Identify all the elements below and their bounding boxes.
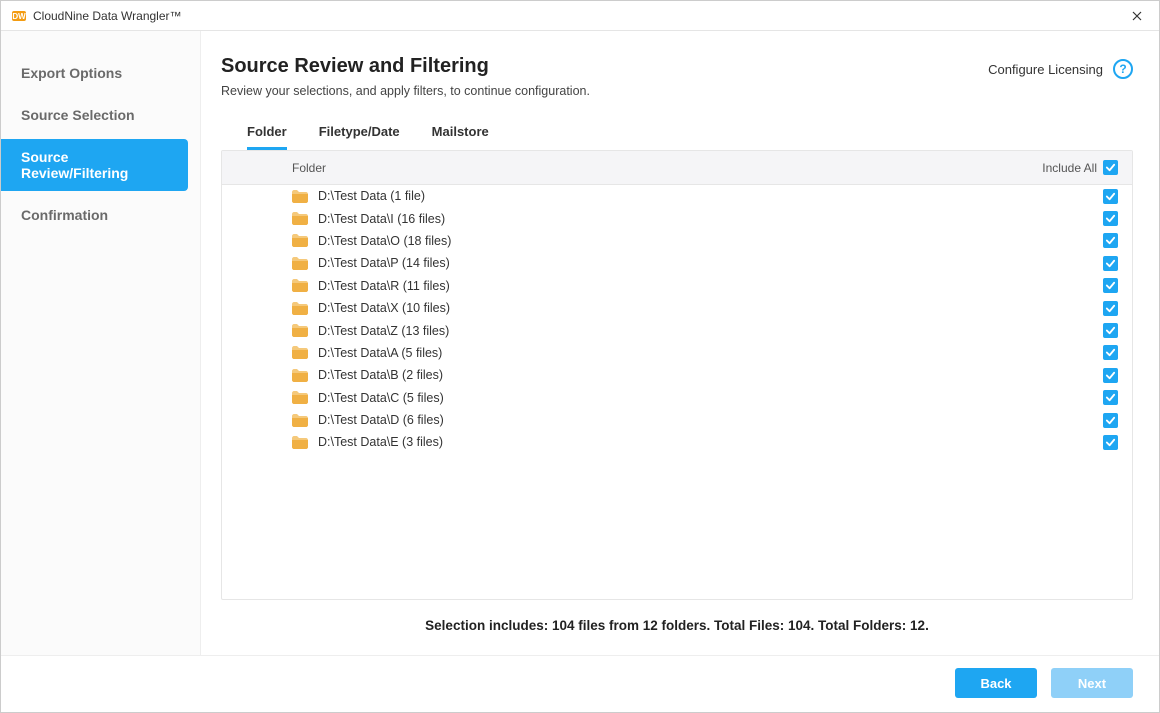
folder-icon (292, 279, 308, 292)
folder-path-label: D:\Test Data\A (5 files) (318, 346, 1103, 360)
close-icon[interactable] (1125, 4, 1149, 28)
titlebar-title: CloudNine Data Wrangler™ (33, 9, 182, 23)
sidebar: Export Options Source Selection Source Rev… (1, 31, 201, 655)
sidebar-item-source-selection[interactable]: Source Selection (1, 97, 200, 133)
footer-buttons: Back Next (1, 655, 1159, 712)
include-checkbox[interactable] (1103, 301, 1118, 316)
table-row: D:\Test Data\A (5 files) (222, 342, 1132, 364)
table-row: D:\Test Data\B (2 files) (222, 364, 1132, 386)
column-header-include-all: Include All (1042, 161, 1097, 175)
folder-icon (292, 212, 308, 225)
folder-icon (292, 324, 308, 337)
folder-icon (292, 369, 308, 382)
next-button[interactable]: Next (1051, 668, 1133, 698)
table-row: D:\Test Data (1 file) (222, 185, 1132, 207)
include-checkbox[interactable] (1103, 278, 1118, 293)
folder-table: Folder Include All D:\Test Data (1 file)… (221, 150, 1133, 600)
folder-path-label: D:\Test Data\E (3 files) (318, 435, 1103, 449)
column-header-folder: Folder (292, 161, 1042, 175)
folder-path-label: D:\Test Data\Z (13 files) (318, 324, 1103, 338)
include-checkbox[interactable] (1103, 211, 1118, 226)
folder-path-label: D:\Test Data\B (2 files) (318, 368, 1103, 382)
include-all-checkbox[interactable] (1103, 160, 1118, 175)
help-icon[interactable]: ? (1113, 59, 1133, 79)
folder-path-label: D:\Test Data\P (14 files) (318, 256, 1103, 270)
table-row: D:\Test Data\O (18 files) (222, 230, 1132, 252)
folder-icon (292, 302, 308, 315)
folder-path-label: D:\Test Data\C (5 files) (318, 391, 1103, 405)
app-logo-icon: DW (11, 8, 27, 24)
tab-folder[interactable]: Folder (247, 124, 287, 150)
table-row: D:\Test Data\X (10 files) (222, 297, 1132, 319)
folder-path-label: D:\Test Data (1 file) (318, 189, 1103, 203)
include-checkbox[interactable] (1103, 435, 1118, 450)
include-checkbox[interactable] (1103, 345, 1118, 360)
folder-path-label: D:\Test Data\I (16 files) (318, 212, 1103, 226)
include-checkbox[interactable] (1103, 413, 1118, 428)
include-checkbox[interactable] (1103, 256, 1118, 271)
table-row: D:\Test Data\I (16 files) (222, 207, 1132, 229)
include-checkbox[interactable] (1103, 368, 1118, 383)
table-row: D:\Test Data\P (14 files) (222, 252, 1132, 274)
include-checkbox[interactable] (1103, 323, 1118, 338)
sidebar-item-confirmation[interactable]: Confirmation (1, 197, 200, 233)
folder-icon (292, 190, 308, 203)
folder-icon (292, 414, 308, 427)
folder-path-label: D:\Test Data\D (6 files) (318, 413, 1103, 427)
table-row: D:\Test Data\D (6 files) (222, 409, 1132, 431)
table-row: D:\Test Data\Z (13 files) (222, 319, 1132, 341)
table-row: D:\Test Data\C (5 files) (222, 387, 1132, 409)
folder-icon (292, 257, 308, 270)
sidebar-item-source-review-filtering[interactable]: Source Review/Filtering (1, 139, 188, 191)
folder-path-label: D:\Test Data\O (18 files) (318, 234, 1103, 248)
folder-icon (292, 346, 308, 359)
table-row: D:\Test Data\E (3 files) (222, 431, 1132, 453)
titlebar: DW CloudNine Data Wrangler™ (1, 1, 1159, 31)
folder-icon (292, 391, 308, 404)
svg-text:DW: DW (12, 12, 26, 21)
configure-licensing-link[interactable]: Configure Licensing (988, 62, 1103, 77)
back-button[interactable]: Back (955, 668, 1037, 698)
sidebar-item-export-options[interactable]: Export Options (1, 55, 200, 91)
tab-filetype-date[interactable]: Filetype/Date (319, 124, 400, 150)
tabs: Folder Filetype/Date Mailstore (221, 124, 1133, 150)
folder-path-label: D:\Test Data\X (10 files) (318, 301, 1103, 315)
table-row: D:\Test Data\R (11 files) (222, 275, 1132, 297)
page-title: Source Review and Filtering (221, 55, 590, 78)
include-checkbox[interactable] (1103, 233, 1118, 248)
tab-mailstore[interactable]: Mailstore (432, 124, 489, 150)
include-checkbox[interactable] (1103, 189, 1118, 204)
folder-icon (292, 234, 308, 247)
selection-summary: Selection includes: 104 files from 12 fo… (221, 618, 1133, 633)
page-subtitle: Review your selections, and apply filter… (221, 84, 590, 98)
folder-path-label: D:\Test Data\R (11 files) (318, 279, 1103, 293)
folder-icon (292, 436, 308, 449)
include-checkbox[interactable] (1103, 390, 1118, 405)
